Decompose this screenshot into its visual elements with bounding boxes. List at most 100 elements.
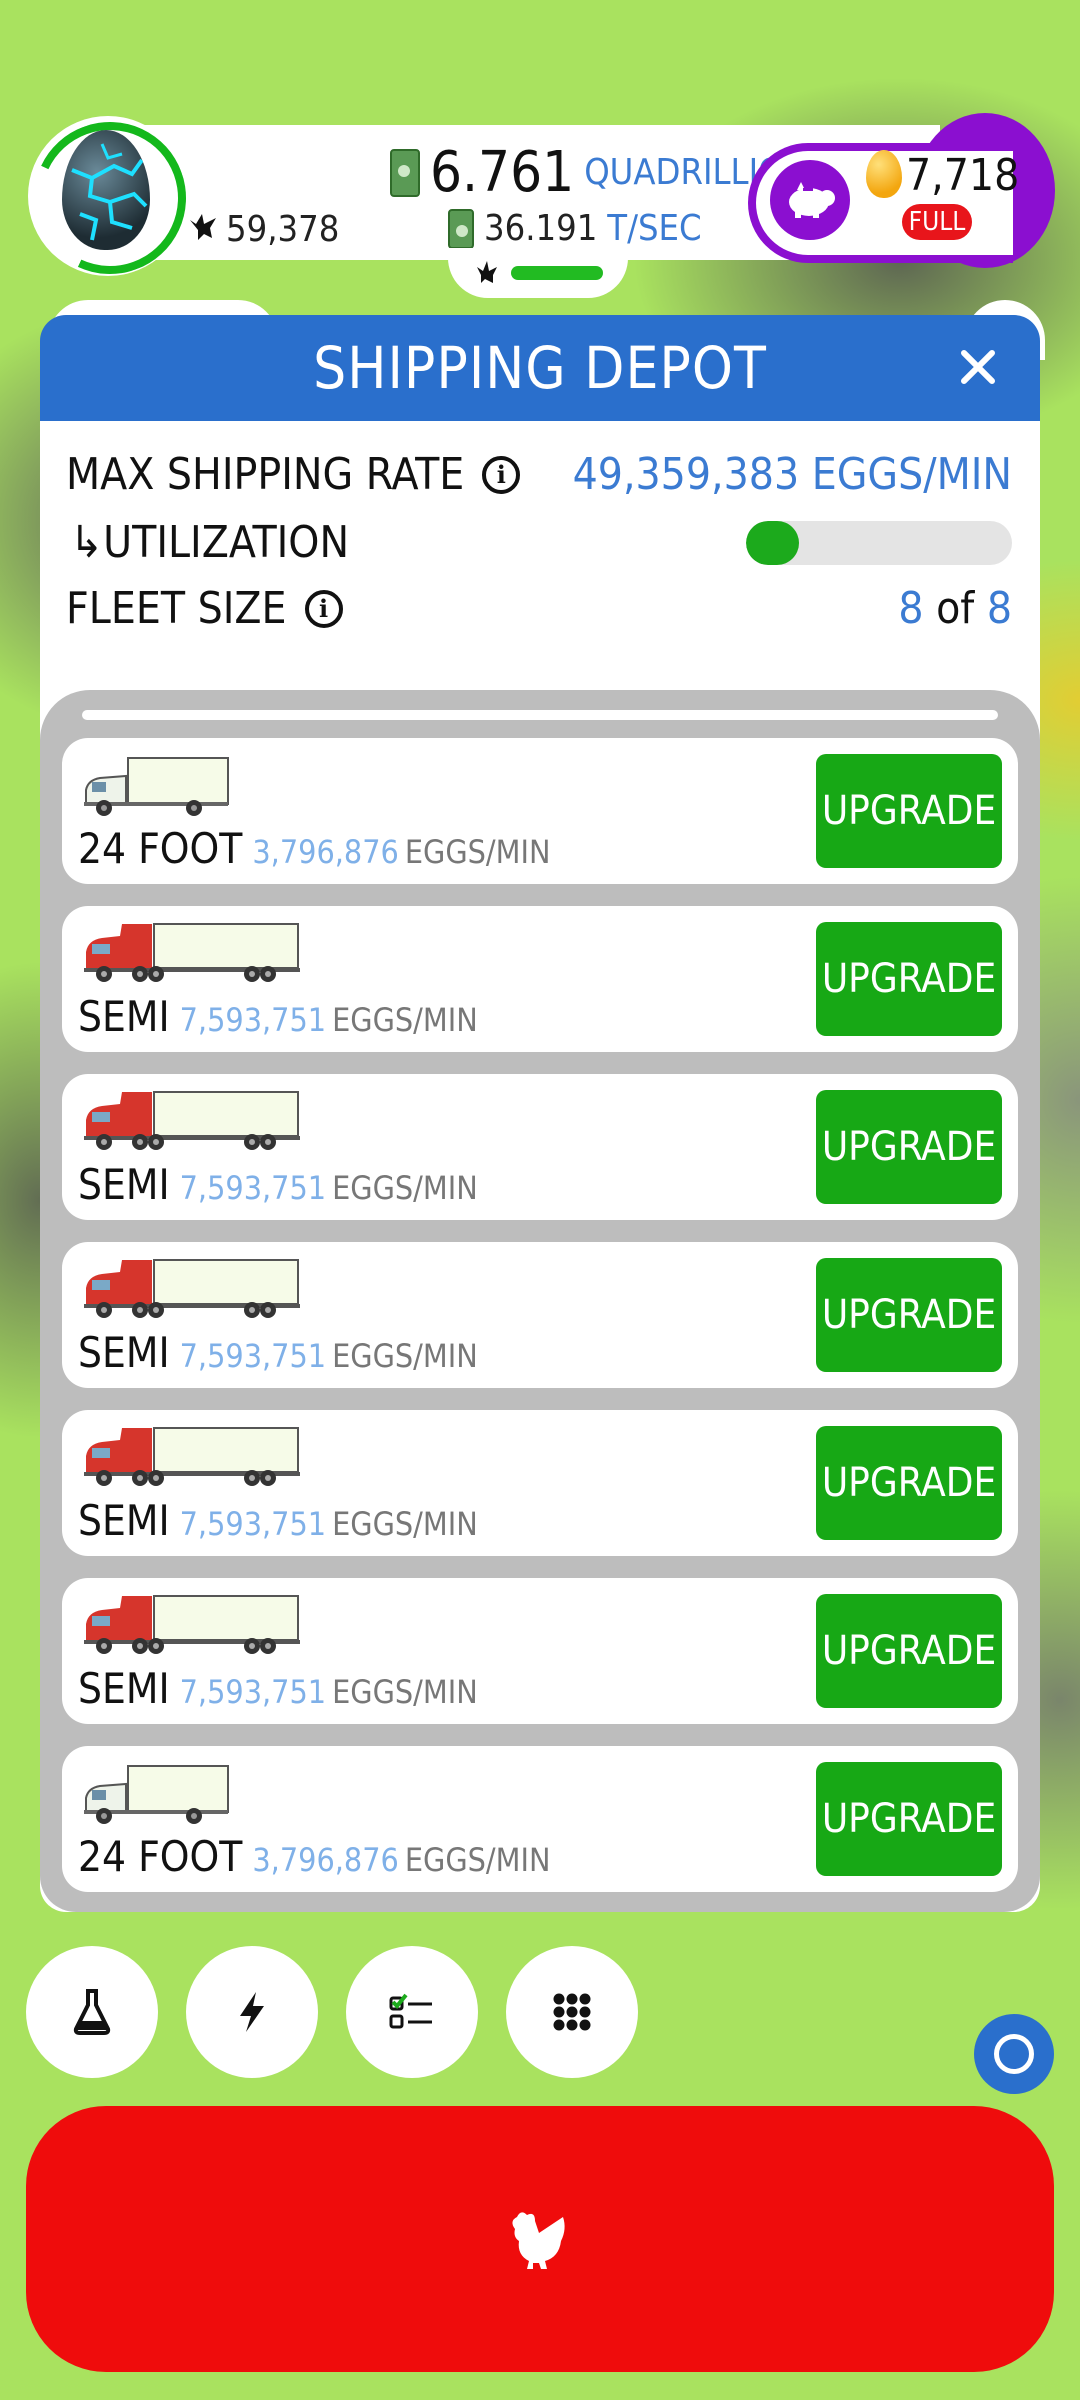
upgrade-button[interactable]: UPGRADE bbox=[816, 1594, 1002, 1708]
vehicle-label: 24 FOOT 3,796,876 EGGS/MIN bbox=[78, 1832, 550, 1881]
chicken-count-value: 59,378 bbox=[226, 209, 340, 250]
fleet-list-container: 24 FOOT 3,796,876 EGGS/MIN UPGRADE SEMI 7,5… bbox=[40, 690, 1040, 1912]
panel-header: SHIPPING DEPOT bbox=[40, 315, 1040, 421]
vehicle-row: SEMI 7,593,751 EGGS/MIN UPGRADE bbox=[62, 1410, 1018, 1556]
fleet-size-label: FLEET SIZE bbox=[66, 583, 287, 634]
chicken-icon bbox=[512, 2212, 565, 2269]
cash-icon bbox=[390, 148, 420, 197]
vehicle-rate: 7,593,751 bbox=[179, 1001, 327, 1039]
lightning-icon bbox=[240, 1992, 264, 2032]
fleet-list[interactable]: 24 FOOT 3,796,876 EGGS/MIN UPGRADE SEMI 7,5… bbox=[40, 690, 1040, 1912]
chicken-icon bbox=[186, 208, 220, 251]
grid-menu-icon bbox=[553, 1993, 591, 2031]
vehicle-name: SEMI bbox=[78, 1664, 170, 1713]
vehicle-rate: 7,593,751 bbox=[179, 1169, 327, 1207]
vehicle-row: SEMI 7,593,751 EGGS/MIN UPGRADE bbox=[62, 1578, 1018, 1724]
upgrade-button[interactable]: UPGRADE bbox=[816, 922, 1002, 1036]
max-shipping-rate-row: MAX SHIPPING RATE i bbox=[66, 449, 521, 500]
upgrade-button[interactable]: UPGRADE bbox=[816, 1090, 1002, 1204]
info-icon[interactable]: i bbox=[482, 455, 521, 494]
menu-button[interactable] bbox=[506, 1946, 638, 2078]
boosts-button[interactable] bbox=[186, 1946, 318, 2078]
vehicle-rate: 3,796,876 bbox=[252, 833, 399, 871]
income-rate-value: 36.191 bbox=[484, 208, 598, 249]
semi-truck-icon bbox=[82, 1258, 302, 1324]
vehicle-name: 24 FOOT bbox=[78, 1832, 243, 1881]
list-divider bbox=[82, 710, 998, 720]
chicken-icon bbox=[473, 257, 499, 289]
box-truck-icon bbox=[82, 754, 302, 820]
vehicle-name: SEMI bbox=[78, 1328, 170, 1377]
max-shipping-rate-label: MAX SHIPPING RATE bbox=[66, 449, 465, 500]
money-value: 6.761 bbox=[430, 140, 575, 205]
assistive-touch-button[interactable] bbox=[974, 2014, 1054, 2094]
vehicle-rate-units: EGGS/MIN bbox=[404, 833, 551, 871]
close-button[interactable] bbox=[950, 339, 1006, 395]
vehicle-row: SEMI 7,593,751 EGGS/MIN UPGRADE bbox=[62, 1074, 1018, 1220]
vehicle-label: SEMI 7,593,751 EGGS/MIN bbox=[78, 1328, 478, 1377]
research-button[interactable] bbox=[26, 1946, 158, 2078]
max-shipping-rate-value: 49,359,383 EGGS/MIN bbox=[572, 449, 1012, 500]
vehicle-name: 24 FOOT bbox=[78, 824, 243, 873]
money-display: 6.761 QUADRILLION bbox=[390, 140, 808, 205]
golden-egg-count: 7,718 bbox=[906, 150, 1020, 201]
flask-icon bbox=[73, 1989, 111, 2035]
hab-capacity-bar bbox=[511, 266, 603, 280]
utilization-bar-fill bbox=[746, 521, 800, 565]
vehicle-rate: 7,593,751 bbox=[179, 1337, 327, 1375]
vehicle-rate-units: EGGS/MIN bbox=[404, 1841, 551, 1879]
upgrade-button[interactable]: UPGRADE bbox=[816, 1762, 1002, 1876]
vehicle-label: 24 FOOT 3,796,876 EGGS/MIN bbox=[78, 824, 550, 873]
fleet-of: of bbox=[936, 583, 975, 634]
vehicle-rate: 3,796,876 bbox=[252, 1841, 399, 1879]
income-rate: 36.191 T/SEC bbox=[448, 208, 702, 249]
vehicle-rate-units: EGGS/MIN bbox=[332, 1337, 478, 1375]
vehicle-rate-units: EGGS/MIN bbox=[332, 1169, 478, 1207]
fleet-size-row: FLEET SIZE i bbox=[66, 583, 343, 634]
shipping-stats: MAX SHIPPING RATE i 49,359,383 EGGS/MIN … bbox=[40, 421, 1040, 691]
fleet-size-value: 8 of 8 bbox=[898, 583, 1012, 634]
piggy-bank-icon[interactable] bbox=[770, 160, 850, 240]
semi-truck-icon bbox=[82, 1594, 302, 1660]
chicken-count: 59,378 bbox=[186, 208, 339, 251]
vehicle-label: SEMI 7,593,751 EGGS/MIN bbox=[78, 992, 478, 1041]
semi-truck-icon bbox=[82, 1426, 302, 1492]
vehicle-rate: 7,593,751 bbox=[179, 1673, 327, 1711]
vehicle-row: 24 FOOT 3,796,876 EGGS/MIN UPGRADE bbox=[62, 738, 1018, 884]
vehicle-label: SEMI 7,593,751 EGGS/MIN bbox=[78, 1496, 478, 1545]
fleet-max: 8 bbox=[986, 583, 1012, 634]
piggy-full-badge: FULL bbox=[902, 204, 972, 240]
vehicle-rate-units: EGGS/MIN bbox=[332, 1001, 478, 1039]
vehicle-row: SEMI 7,593,751 EGGS/MIN UPGRADE bbox=[62, 1242, 1018, 1388]
panel-title: SHIPPING DEPOT bbox=[313, 334, 767, 402]
utilization-row: ↳UTILIZATION bbox=[70, 517, 349, 568]
hatch-chicken-button[interactable] bbox=[26, 2106, 1054, 2372]
vehicle-name: SEMI bbox=[78, 1160, 170, 1209]
box-truck-icon bbox=[82, 1762, 302, 1828]
current-egg-icon bbox=[62, 130, 150, 250]
semi-truck-icon bbox=[82, 1090, 302, 1156]
info-icon[interactable]: i bbox=[304, 589, 343, 628]
missions-button[interactable] bbox=[346, 1946, 478, 2078]
cash-icon bbox=[448, 208, 474, 249]
vehicle-rate-units: EGGS/MIN bbox=[332, 1673, 478, 1711]
upgrade-button[interactable]: UPGRADE bbox=[816, 1258, 1002, 1372]
vehicle-label: SEMI 7,593,751 EGGS/MIN bbox=[78, 1160, 478, 1209]
golden-egg-icon bbox=[866, 150, 902, 198]
utilization-label: ↳UTILIZATION bbox=[70, 517, 350, 568]
circle-icon bbox=[994, 2034, 1034, 2074]
vehicle-rate-units: EGGS/MIN bbox=[332, 1505, 478, 1543]
income-rate-unit: T/SEC bbox=[607, 208, 702, 249]
upgrade-button[interactable]: UPGRADE bbox=[816, 754, 1002, 868]
close-icon bbox=[961, 350, 995, 384]
vehicle-row: SEMI 7,593,751 EGGS/MIN UPGRADE bbox=[62, 906, 1018, 1052]
utilization-bar bbox=[746, 521, 1012, 565]
vehicle-label: SEMI 7,593,751 EGGS/MIN bbox=[78, 1664, 478, 1713]
fleet-current: 8 bbox=[898, 583, 924, 634]
checklist-icon bbox=[389, 1993, 432, 2029]
hab-capacity-indicator[interactable] bbox=[448, 248, 628, 298]
upgrade-button[interactable]: UPGRADE bbox=[816, 1426, 1002, 1540]
vehicle-rate: 7,593,751 bbox=[179, 1505, 327, 1543]
vehicle-name: SEMI bbox=[78, 1496, 170, 1545]
vehicle-row: 24 FOOT 3,796,876 EGGS/MIN UPGRADE bbox=[62, 1746, 1018, 1892]
